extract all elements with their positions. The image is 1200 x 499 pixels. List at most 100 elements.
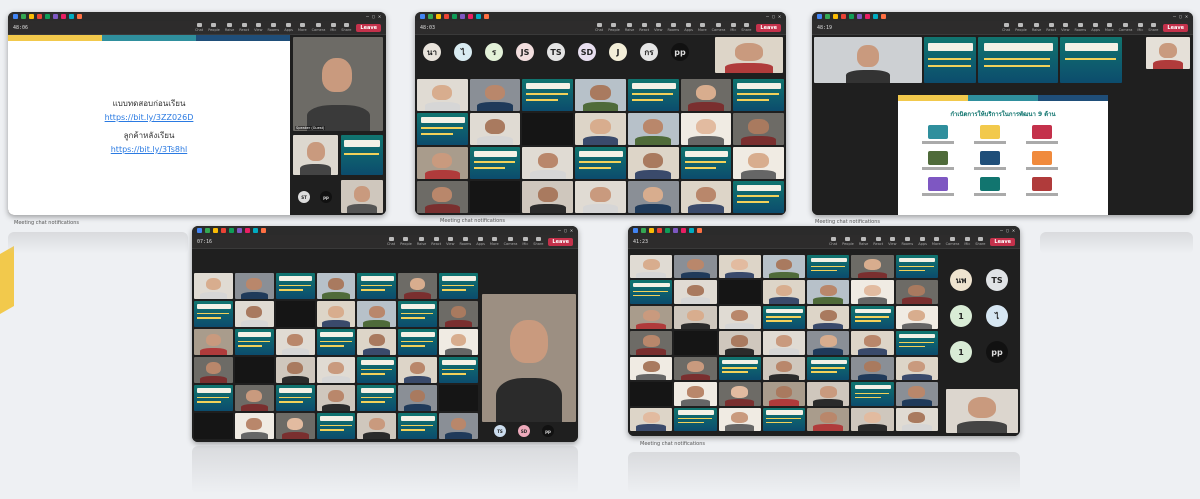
toolbar-camera-button[interactable]: Camera	[1119, 23, 1132, 32]
toolbar-share-button[interactable]: Share	[533, 237, 543, 246]
toolbar-more-button[interactable]: More	[698, 23, 707, 32]
toolbar-more-button[interactable]: More	[490, 237, 499, 246]
toolbar-react-button[interactable]: React	[431, 237, 441, 246]
leave-button[interactable]: Leave	[990, 237, 1015, 246]
toolbar-apps-button[interactable]: Apps	[918, 237, 927, 246]
browser-tab-icon[interactable]	[841, 14, 846, 19]
browser-tab-icon[interactable]	[468, 14, 473, 19]
browser-tab-icon[interactable]	[665, 228, 670, 233]
browser-tab-icon[interactable]	[420, 14, 425, 19]
browser-tab-icon[interactable]	[77, 14, 82, 19]
browser-tab-icon[interactable]	[29, 14, 34, 19]
toolbar-view-button[interactable]: View	[254, 23, 262, 32]
toolbar-view-button[interactable]: View	[888, 237, 896, 246]
toolbar-view-button[interactable]: View	[654, 23, 662, 32]
browser-tab-icon[interactable]	[428, 14, 433, 19]
browser-tab-icon[interactable]	[213, 228, 218, 233]
browser-tab-icon[interactable]	[817, 14, 822, 19]
toolbar-rooms-button[interactable]: Rooms	[459, 237, 471, 246]
browser-tab-icon[interactable]	[484, 14, 489, 19]
toolbar-raise-button[interactable]: Raise	[1032, 23, 1041, 32]
toolbar-chat-button[interactable]: Chat	[195, 23, 203, 32]
browser-tab-icon[interactable]	[221, 228, 226, 233]
window-controls[interactable]: — ▢ ✕	[766, 14, 781, 20]
browser-tab-icon[interactable]	[436, 14, 441, 19]
window-controls[interactable]: — ▢ ✕	[366, 14, 381, 20]
browser-tab-icon[interactable]	[689, 228, 694, 233]
slide-link[interactable]: https://bit.ly/3ZZ026D	[8, 113, 290, 122]
toolbar-raise-button[interactable]: Raise	[625, 23, 634, 32]
browser-tab-icon[interactable]	[205, 228, 210, 233]
toolbar-mic-button[interactable]: Mic	[330, 23, 336, 32]
browser-tab-icon[interactable]	[657, 228, 662, 233]
browser-tab-icon[interactable]	[649, 228, 654, 233]
toolbar-rooms-button[interactable]: Rooms	[667, 23, 679, 32]
browser-tab-icon[interactable]	[253, 228, 258, 233]
browser-tab-icon[interactable]	[452, 14, 457, 19]
toolbar-raise-button[interactable]: Raise	[417, 237, 426, 246]
toolbar-chat-button[interactable]: Chat	[595, 23, 603, 32]
leave-button[interactable]: Leave	[756, 23, 781, 32]
browser-tab-icon[interactable]	[13, 14, 18, 19]
toolbar-rooms-button[interactable]: Rooms	[267, 23, 279, 32]
toolbar-share-button[interactable]: Share	[1148, 23, 1158, 32]
browser-tab-icon[interactable]	[37, 14, 42, 19]
toolbar-share-button[interactable]: Share	[975, 237, 985, 246]
toolbar-rooms-button[interactable]: Rooms	[901, 237, 913, 246]
browser-tab-icon[interactable]	[865, 14, 870, 19]
browser-tab-icon[interactable]	[237, 228, 242, 233]
toolbar-people-button[interactable]: People	[400, 237, 412, 246]
toolbar-more-button[interactable]: More	[298, 23, 307, 32]
leave-button[interactable]: Leave	[356, 23, 381, 32]
toolbar-share-button[interactable]: Share	[741, 23, 751, 32]
browser-tab-icon[interactable]	[641, 228, 646, 233]
browser-tab-icon[interactable]	[857, 14, 862, 19]
browser-tab-icon[interactable]	[476, 14, 481, 19]
toolbar-apps-button[interactable]: Apps	[684, 23, 693, 32]
toolbar-rooms-button[interactable]: Rooms	[1074, 23, 1086, 32]
browser-tab-icon[interactable]	[69, 14, 74, 19]
toolbar-people-button[interactable]: People	[1015, 23, 1027, 32]
toolbar-mic-button[interactable]: Mic	[1137, 23, 1143, 32]
toolbar-more-button[interactable]: More	[1105, 23, 1114, 32]
toolbar-camera-button[interactable]: Camera	[946, 237, 959, 246]
browser-tab-icon[interactable]	[697, 228, 702, 233]
browser-tab-icon[interactable]	[21, 14, 26, 19]
toolbar-mic-button[interactable]: Mic	[964, 237, 970, 246]
toolbar-react-button[interactable]: React	[1046, 23, 1056, 32]
toolbar-react-button[interactable]: React	[639, 23, 649, 32]
toolbar-chat-button[interactable]: Chat	[829, 237, 837, 246]
toolbar-view-button[interactable]: View	[446, 237, 454, 246]
toolbar-people-button[interactable]: People	[608, 23, 620, 32]
toolbar-mic-button[interactable]: Mic	[522, 237, 528, 246]
toolbar-raise-button[interactable]: Raise	[859, 237, 868, 246]
leave-button[interactable]: Leave	[548, 237, 573, 246]
toolbar-react-button[interactable]: React	[873, 237, 883, 246]
browser-tab-icon[interactable]	[61, 14, 66, 19]
window-controls[interactable]: — ▢ ✕	[558, 228, 573, 234]
toolbar-people-button[interactable]: People	[208, 23, 220, 32]
toolbar-react-button[interactable]: React	[239, 23, 249, 32]
browser-tab-icon[interactable]	[881, 14, 886, 19]
toolbar-camera-button[interactable]: Camera	[712, 23, 725, 32]
browser-tab-icon[interactable]	[825, 14, 830, 19]
browser-tab-icon[interactable]	[849, 14, 854, 19]
browser-tab-icon[interactable]	[633, 228, 638, 233]
toolbar-camera-button[interactable]: Camera	[312, 23, 325, 32]
leave-button[interactable]: Leave	[1163, 23, 1188, 32]
toolbar-mic-button[interactable]: Mic	[730, 23, 736, 32]
browser-tab-icon[interactable]	[460, 14, 465, 19]
toolbar-more-button[interactable]: More	[932, 237, 941, 246]
browser-tab-icon[interactable]	[833, 14, 838, 19]
window-controls[interactable]: — ▢ ✕	[1000, 228, 1015, 234]
browser-tab-icon[interactable]	[673, 228, 678, 233]
toolbar-view-button[interactable]: View	[1061, 23, 1069, 32]
toolbar-chat-button[interactable]: Chat	[1002, 23, 1010, 32]
browser-tab-icon[interactable]	[45, 14, 50, 19]
browser-tab-icon[interactable]	[261, 228, 266, 233]
toolbar-apps-button[interactable]: Apps	[1091, 23, 1100, 32]
toolbar-chat-button[interactable]: Chat	[387, 237, 395, 246]
browser-tab-icon[interactable]	[229, 228, 234, 233]
browser-tab-icon[interactable]	[873, 14, 878, 19]
toolbar-camera-button[interactable]: Camera	[504, 237, 517, 246]
